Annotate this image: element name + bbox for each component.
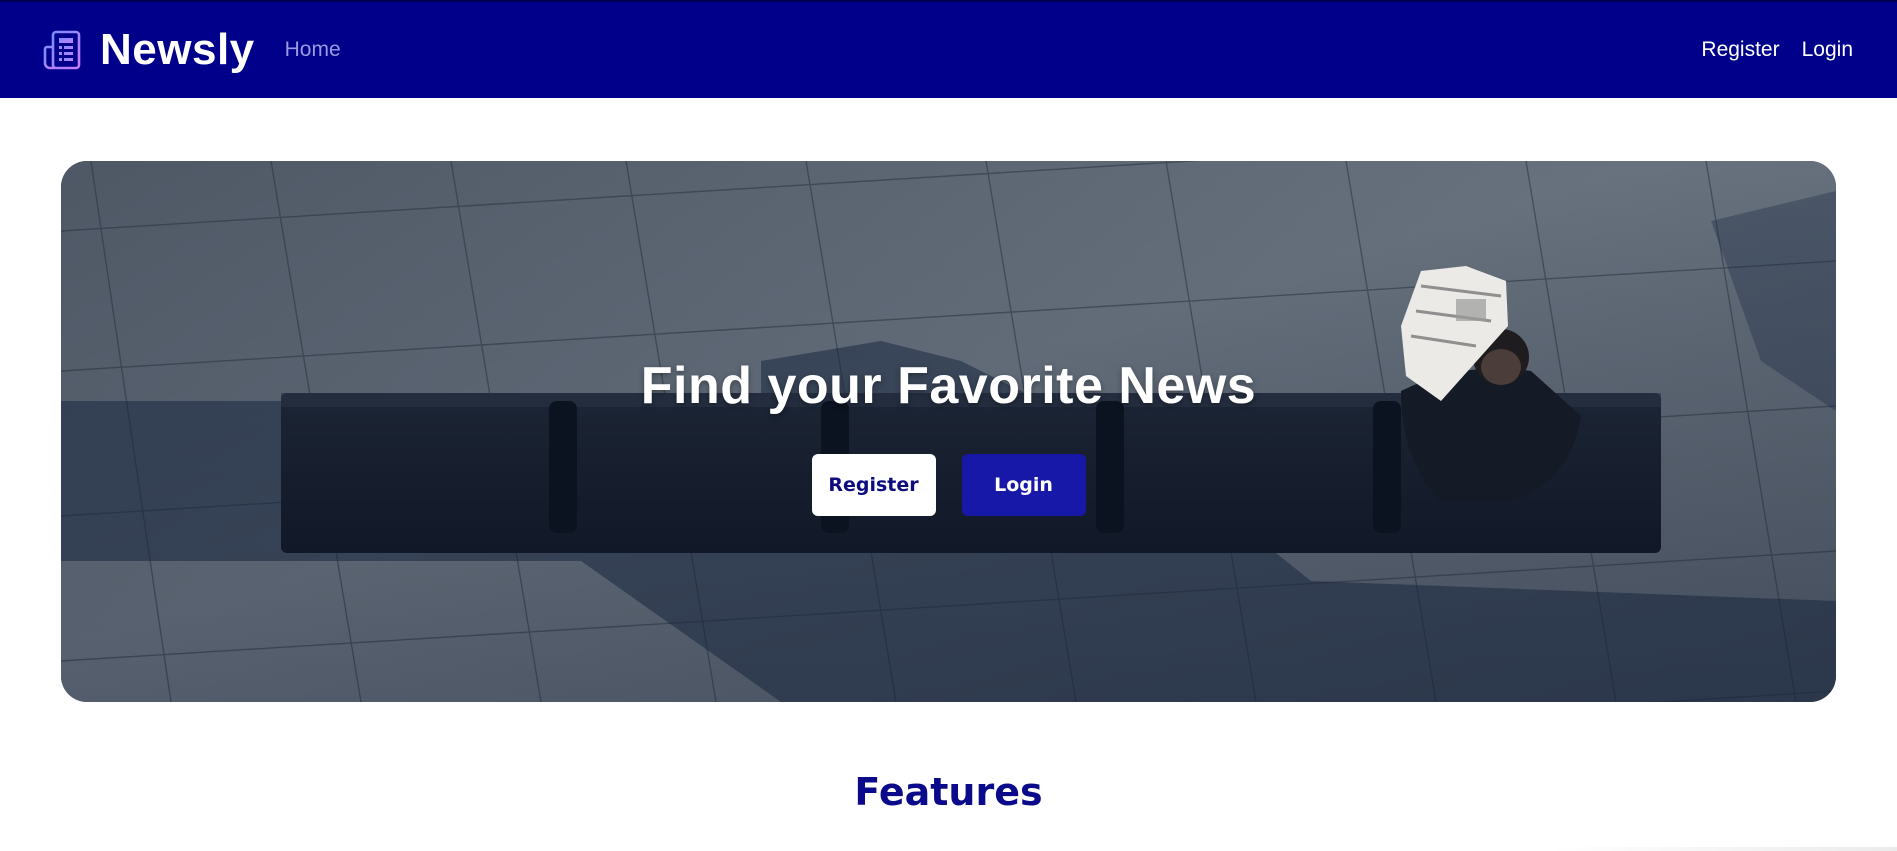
nav-login-link[interactable]: Login (1802, 38, 1853, 62)
hero-content: Find your Favorite News Register Login (61, 161, 1836, 702)
hero-banner: Find your Favorite News Register Login (61, 161, 1836, 702)
navbar: Newsly Home Register Login (0, 0, 1897, 98)
newspaper-icon (40, 28, 84, 72)
brand-name: Newsly (100, 25, 255, 74)
hero-register-button[interactable]: Register (811, 454, 936, 516)
nav-home-link[interactable]: Home (285, 38, 341, 62)
nav-register-link[interactable]: Register (1701, 38, 1779, 62)
hero-buttons: Register Login (811, 454, 1086, 516)
features-heading: Features (854, 770, 1043, 814)
hero-login-button[interactable]: Login (961, 454, 1086, 516)
divider (1547, 847, 1897, 851)
hero-title: Find your Favorite News (640, 357, 1257, 415)
nav-auth-links: Register Login (1701, 38, 1853, 62)
brand-link[interactable]: Newsly (40, 25, 255, 75)
